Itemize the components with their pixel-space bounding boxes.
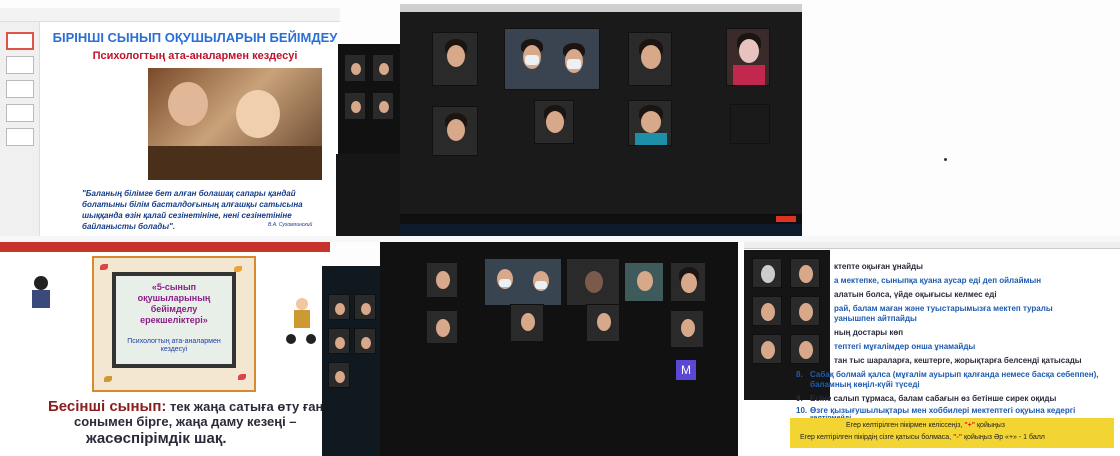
quote-author: В.А. Сухомлинский [268,222,313,228]
video-tile[interactable] [328,328,350,354]
survey-item: ның достары көп [834,328,904,337]
speck [944,158,947,161]
os-taskbar [400,224,802,236]
desk [148,146,322,180]
slide-heading: Бесінші сынып: тек жаңа сатыға өту ғана … [48,398,341,415]
video-tile[interactable] [628,32,672,86]
instruction-line: Егер келтірілген пікірмен келіссеңіз, "+… [846,422,1005,429]
slide-subtitle: Психологтың ата-аналармен кездесуі [92,50,298,62]
video-tile[interactable] [328,362,350,388]
slide-text-line: сонымен бірге, жаңа даму кезеңі – [74,414,297,429]
video-tile[interactable] [344,92,366,120]
video-tile[interactable] [566,258,620,306]
ppt-ribbon [0,8,340,22]
video-tile[interactable] [328,294,350,320]
survey-item: тептегі мұғалімдер онша ұнамайды [834,342,976,351]
video-tile[interactable] [752,334,782,364]
survey-item: ктепте оқыған ұнайды [834,262,923,271]
heading-rest: тек жаңа сатыға өту ғана е [166,399,342,414]
video-tile[interactable] [510,304,544,342]
slide-thumbnail[interactable] [6,104,34,122]
video-tile[interactable] [354,328,376,354]
video-tile[interactable] [790,258,820,288]
video-tile[interactable] [426,262,458,298]
video-tile[interactable] [752,258,782,288]
slide-thumbnail[interactable] [6,56,34,74]
video-tile[interactable] [432,106,478,156]
instruction-box: Егер келтірілген пікірмен келіссеңіз, "+… [790,418,1114,448]
video-tile[interactable] [790,296,820,326]
video-tile[interactable] [354,294,376,320]
girl-with-laptop-clipart [30,276,52,308]
child-figure [236,90,280,138]
survey-item: баламның көңіл-күйі түседі [810,380,920,389]
slide-text-line: жасөспірімдік шақ. [86,430,227,447]
slide-title: БІРІНШІ СЫНЫП ОҚУШЫЛАРЫН БЕЙІМДЕУ [52,30,338,45]
survey-item-number: 10. [796,406,808,415]
survey-item: рай, балам маған және туыстарымызға мект… [834,304,1053,313]
photo-collage: БІРІНШІ СЫНЫП ОҚУШЫЛАРЫН БЕЙІМДЕУ Психол… [0,0,1120,456]
video-tile[interactable] [426,310,458,344]
chalkboard: «5-сынып оқушыларының бейімделу ерекшелі… [112,272,236,368]
survey-item-number: 8. [796,370,803,379]
video-tile-active[interactable] [504,28,600,90]
slide-thumbnail[interactable] [6,80,34,98]
video-tile[interactable] [344,54,366,82]
slide-photo [148,68,322,180]
video-conference-window-top [400,4,802,236]
video-strip-left [322,266,382,456]
video-tile[interactable] [628,100,672,146]
window-title-bar [400,4,802,12]
video-tile[interactable] [534,100,574,144]
video-tile[interactable] [624,262,664,302]
video-strip-lower [336,154,402,236]
meeting-controls [400,214,802,224]
video-tile[interactable] [670,262,706,302]
child-figure [168,82,208,126]
scooter-kid-clipart [286,298,316,344]
presentation-window-top: БІРІНШІ СЫНЫП ОҚУШЫЛАРЫН БЕЙІМДЕУ Психол… [0,8,340,236]
video-tile-active[interactable] [484,258,562,306]
heading-bold: Бесінші сынып: [48,398,167,415]
presentation-window-bottom: «5-сынып оқушыларының бейімделу ерекшелі… [0,242,341,456]
instruction-line: Егер келтірілген пікірдің сізге қатысы б… [800,434,1045,441]
video-conference-window-bottom: M [380,242,738,456]
survey-item: а мектепке, сыныпқа қуана аусар еді деп … [834,276,1042,285]
survey-item: алатын болса, үйде оқығысы келмес еді [834,290,997,299]
survey-item: тан тыс шараларға, кештерге, жорықтарға … [834,356,1082,365]
video-tile[interactable] [752,296,782,326]
video-tile[interactable] [726,28,770,86]
slide-thumbnails [0,22,40,236]
video-tile[interactable] [372,54,394,82]
slide-thumbnail[interactable] [6,128,34,146]
video-tile[interactable] [372,92,394,120]
participant-avatar-button[interactable]: M [676,360,696,380]
video-tile[interactable] [790,334,820,364]
video-tile[interactable] [670,310,704,348]
video-tile[interactable] [586,304,620,342]
video-tile-off[interactable] [730,104,770,144]
board-subtitle: Психологтың ата-аналармен кездесуі [127,338,221,353]
survey-item: Сабақ болмай қалса (мұғалім ауырып қалға… [810,370,1099,379]
survey-item-number: 9. [796,394,803,403]
board-title: «5-сынып оқушыларының бейімделу ерекшелі… [137,282,211,325]
ppt-ribbon [0,242,330,252]
survey-window: ктепте оқыған ұнайды а мектепке, сыныпқа… [744,242,1120,456]
slide-thumbnail[interactable] [6,32,34,50]
end-meeting-button[interactable] [776,216,796,222]
window-title-bar [744,242,1120,249]
video-tile[interactable] [432,32,478,86]
survey-item: Есіне салып тұрмаса, балам сабағын өз бе… [810,394,1057,403]
slide-frame: «5-сынып оқушыларының бейімделу ерекшелі… [92,256,256,392]
survey-item: уанышпен айтпайды [834,314,917,323]
